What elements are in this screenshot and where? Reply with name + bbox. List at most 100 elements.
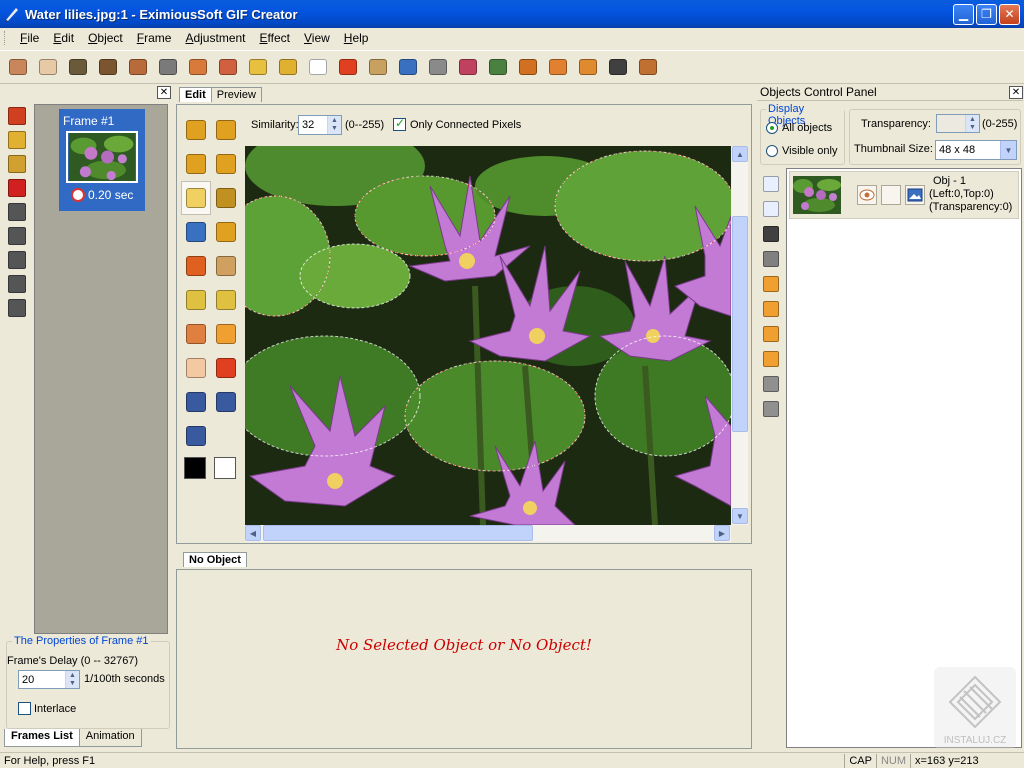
- object-type-button[interactable]: [905, 185, 925, 205]
- brush-tool[interactable]: [181, 317, 211, 351]
- menu-frame[interactable]: Frame: [130, 31, 179, 45]
- menu-help[interactable]: Help: [337, 31, 376, 45]
- object-merge-icon[interactable]: [763, 376, 779, 392]
- diamond-gold-button[interactable]: [276, 55, 300, 79]
- delete-object-icon[interactable]: [763, 226, 779, 242]
- transparency-spinner[interactable]: ▲ ▼: [936, 114, 980, 133]
- lasso-tool[interactable]: [181, 147, 211, 181]
- wave-button[interactable]: [186, 55, 210, 79]
- similarity-arrows-icon[interactable]: ▲ ▼: [327, 116, 341, 134]
- background-color-swatch[interactable]: [214, 457, 236, 479]
- menu-file[interactable]: File: [13, 31, 46, 45]
- wave-red-button[interactable]: [216, 55, 240, 79]
- select-rect-tool[interactable]: [211, 113, 241, 147]
- frame-copy-icon[interactable]: [8, 155, 26, 173]
- circle-orange-button[interactable]: [516, 55, 540, 79]
- object-properties-icon[interactable]: [763, 401, 779, 417]
- diamond-white-button[interactable]: [306, 55, 330, 79]
- select-arrow-tool[interactable]: [181, 113, 211, 147]
- poly-lasso-tool[interactable]: [211, 147, 241, 181]
- object-back-icon[interactable]: [763, 301, 779, 317]
- image-tool[interactable]: [181, 215, 211, 249]
- only-connected-option[interactable]: Only Connected Pixels: [393, 116, 521, 131]
- similarity-input[interactable]: 32: [299, 119, 327, 131]
- thumbnail-size-select[interactable]: 48 x 48 ▼: [935, 140, 1017, 160]
- object-row[interactable]: Obj - 1 (Left:0,Top:0) (Transparency:0): [789, 171, 1019, 219]
- object-lock-button[interactable]: [881, 185, 901, 205]
- minimize-button[interactable]: ▁: [953, 3, 974, 25]
- diamond-yellow-button[interactable]: [246, 55, 270, 79]
- film-strip-button[interactable]: [96, 55, 120, 79]
- fill-tool[interactable]: [211, 283, 241, 317]
- object-up-icon[interactable]: [763, 326, 779, 342]
- frame-delete-icon[interactable]: [8, 179, 26, 197]
- similarity-spinner[interactable]: 32 ▲ ▼: [298, 115, 342, 135]
- objects-panel-close-button[interactable]: ✕: [1009, 86, 1023, 99]
- canvas-vertical-scrollbar[interactable]: ▲ ▼: [731, 146, 748, 525]
- menu-object[interactable]: Object: [81, 31, 130, 45]
- horizontal-scroll-thumb[interactable]: [263, 525, 533, 541]
- zoom-in-tool[interactable]: [181, 385, 211, 419]
- frames-button[interactable]: [126, 55, 150, 79]
- vertical-scroll-thumb[interactable]: [732, 216, 748, 432]
- cut-object-icon[interactable]: [763, 251, 779, 267]
- frame-item[interactable]: Frame #1 0.20 sec: [59, 109, 145, 211]
- chevron-down-icon[interactable]: ▼: [1000, 141, 1016, 159]
- frames-panel-close-button[interactable]: ✕: [157, 86, 171, 99]
- menu-adjustment[interactable]: Adjustment: [178, 31, 252, 45]
- canvas-horizontal-scrollbar[interactable]: ◀ ▶: [245, 525, 731, 542]
- copy-object-icon[interactable]: [763, 201, 779, 217]
- puzzle-tool[interactable]: [181, 249, 211, 283]
- menu-edit[interactable]: Edit: [46, 31, 81, 45]
- object-front-icon[interactable]: [763, 276, 779, 292]
- frame-delay-input[interactable]: 20: [19, 674, 65, 686]
- magic-wand-tool[interactable]: [181, 181, 211, 215]
- frame-first-icon[interactable]: [8, 275, 26, 293]
- phone-button[interactable]: [576, 55, 600, 79]
- pencil-tool[interactable]: [211, 249, 241, 283]
- menu-effect[interactable]: Effect: [253, 31, 297, 45]
- scroll-right-icon[interactable]: ▶: [714, 525, 730, 541]
- visible-only-option[interactable]: Visible only: [766, 145, 837, 157]
- tab-no-object[interactable]: No Object: [183, 552, 247, 567]
- only-connected-checkbox[interactable]: [393, 116, 406, 131]
- frame-last-icon[interactable]: [8, 299, 26, 317]
- tab-animation[interactable]: Animation: [78, 729, 142, 747]
- ellipse-tool[interactable]: [181, 351, 211, 385]
- image-edit-button[interactable]: [396, 55, 420, 79]
- scroll-up-icon[interactable]: ▲: [732, 146, 748, 162]
- tools-button[interactable]: [426, 55, 450, 79]
- paint-button[interactable]: [456, 55, 480, 79]
- printer-button[interactable]: [156, 55, 180, 79]
- all-objects-option[interactable]: All objects: [766, 122, 832, 134]
- interlace-option[interactable]: Interlace: [18, 702, 76, 715]
- eraser-tool-tool[interactable]: [181, 283, 211, 317]
- scroll-left-icon[interactable]: ◀: [245, 525, 261, 541]
- restore-button[interactable]: ❐: [976, 3, 997, 25]
- menu-view[interactable]: View: [297, 31, 337, 45]
- frame-insert-icon[interactable]: [8, 131, 26, 149]
- close-window-button[interactable]: ✕: [999, 3, 1020, 25]
- object-down-icon[interactable]: [763, 351, 779, 367]
- all-objects-radio[interactable]: [766, 122, 778, 134]
- plant-button[interactable]: [486, 55, 510, 79]
- tag-button[interactable]: [366, 55, 390, 79]
- bag-button[interactable]: [636, 55, 660, 79]
- visible-only-radio[interactable]: [766, 145, 778, 157]
- frame-up-icon[interactable]: [8, 227, 26, 245]
- new-object-icon[interactable]: [763, 176, 779, 192]
- tab-frames-list[interactable]: Frames List: [4, 729, 80, 747]
- interlace-checkbox[interactable]: [18, 702, 31, 715]
- frame-down-icon[interactable]: [8, 251, 26, 269]
- foreground-color-swatch[interactable]: [184, 457, 206, 479]
- tab-edit[interactable]: Edit: [179, 87, 212, 102]
- crop-tool[interactable]: [211, 181, 241, 215]
- scroll-down-icon[interactable]: ▼: [732, 508, 748, 524]
- spinner-arrows-icon[interactable]: ▲ ▼: [65, 671, 79, 688]
- tab-preview[interactable]: Preview: [210, 87, 262, 102]
- rectangle-tool[interactable]: [211, 317, 241, 351]
- stop-button[interactable]: [336, 55, 360, 79]
- frame-move-icon[interactable]: [8, 203, 26, 221]
- cube-button[interactable]: [606, 55, 630, 79]
- new-shape-button[interactable]: [6, 55, 30, 79]
